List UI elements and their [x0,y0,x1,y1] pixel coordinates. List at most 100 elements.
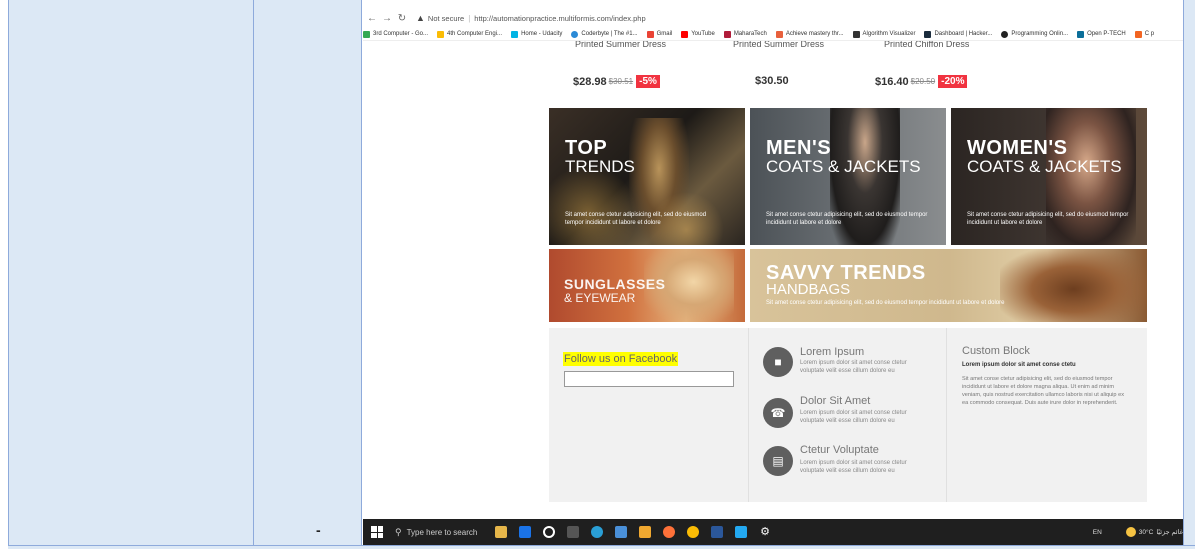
vscode-icon[interactable] [735,526,747,538]
feature-title: Lorem Ipsum [800,346,865,358]
banner-title: MEN'S [766,137,832,159]
banner-sunglasses[interactable]: SUNGLASSES & EYEWEAR [549,249,745,322]
bookmark-item[interactable]: MaharaTech [723,30,767,38]
hackerrank-icon [924,30,932,38]
product-price-group: $30.50 [755,75,789,87]
weather-icon [1125,527,1136,537]
product-price: $16.40 [875,75,909,88]
file-explorer-icon[interactable] [639,526,651,538]
banner-text: Sit amet conse ctetur adipisicing elit, … [766,300,1005,306]
divider [946,328,947,502]
ptech-icon [1077,30,1085,38]
discount-badge: -5% [636,75,660,88]
bookmark-item[interactable]: 3rd Computer - Go... [363,30,428,38]
word-icon[interactable] [711,526,723,538]
address-bar: ← → ↻ ▲ Not secure | http://automationpr… [363,8,1183,28]
task-view-icon[interactable] [567,526,579,538]
udacity-icon [511,30,519,38]
banner-subtitle: TRENDS [565,157,635,176]
product-price-group: $28.98 $30.51 -5% [573,75,660,88]
chrome-icon[interactable] [687,526,699,538]
facebook-box[interactable] [564,371,734,387]
coderbyte-icon [571,30,579,38]
banner-text: Sit amet conse ctetur adipisicing elit, … [967,212,1129,226]
url-text[interactable]: http://automationpractice.multiformis.co… [474,14,645,23]
forward-icon[interactable]: → [381,13,393,24]
custom-block-text: Sit amet conse ctetur adipisicing elit, … [962,376,1124,406]
banner-subtitle: & EYEWEAR [564,291,636,305]
weather-temp[interactable]: 30°C [1139,529,1154,536]
table-cell-right [1183,0,1195,549]
banner-title: SAVVY TRENDS [766,262,926,284]
app-icon[interactable] [519,526,531,538]
banner-title: TOP [565,137,608,159]
table-border-bottom [8,545,1195,549]
system-tray: EN 30°C غائم جزئيًا [1093,519,1183,545]
banner-womens-coats[interactable]: WOMEN'S COATS & JACKETS Sit amet conse c… [951,108,1147,245]
banner-mens-coats[interactable]: MEN'S COATS & JACKETS Sit amet conse cte… [750,108,946,245]
bookmark-item[interactable]: Dashboard | Hacker... [924,30,992,38]
product-name[interactable]: Printed Summer Dress [733,41,824,49]
feature-text: Lorem ipsum dolor sit amet conse ctetur … [800,460,907,474]
feature-title: Dolor Sit Amet [800,395,871,407]
bookmark-item[interactable]: C p [1134,30,1154,38]
banner-top-trends[interactable]: TOP TRENDS Sit amet conse ctetur adipisi… [549,108,745,245]
drive-icon [363,30,370,38]
taskbar-search[interactable]: ⚲ Type here to search [395,527,489,538]
banner-savvy-trends[interactable]: SAVVY TRENDS HANDBAGS Sit amet conse cte… [750,249,1147,322]
bookmarks-bar: 3rd Computer - Go... 4th Computer Engi..… [363,28,1183,41]
bookmark-item[interactable]: Achieve mastery thr... [775,30,844,38]
settings-icon[interactable]: ⚙ [759,526,771,538]
divider [748,328,749,502]
product-price: $28.98 [573,75,607,88]
old-price: $30.51 [608,77,634,86]
bookmark-item[interactable]: YouTube [681,30,715,38]
web-page: Printed Summer Dress Printed Summer Dres… [363,41,1183,519]
bookmark-item[interactable]: Coderbyte | The #1... [571,30,638,38]
product-name[interactable]: Printed Summer Dress [575,41,666,49]
language-indicator[interactable]: EN [1093,529,1102,536]
url-box[interactable]: ▲ Not secure | http://automationpractice… [416,10,646,26]
browser-screenshot: ← → ↻ ▲ Not secure | http://automationpr… [363,8,1183,545]
firefox-icon[interactable] [663,526,675,538]
gmail-icon [646,30,654,38]
banner-text: Sit amet conse ctetur adipisicing elit, … [766,212,928,226]
bookmark-item[interactable]: Algorithm Visualizer [852,30,915,38]
weather-text: غائم جزئيًا [1156,529,1183,536]
bookmark-icon [1134,30,1142,38]
warning-icon: ▲ [416,13,425,23]
bookmark-item[interactable]: 4th Computer Engi... [437,30,502,38]
search-placeholder: Type here to search [406,527,478,537]
bookmark-item[interactable]: Programming Onlin... [1001,30,1068,38]
url-separator: | [468,13,471,23]
banner-subtitle: HANDBAGS [766,281,851,298]
banner-subtitle: COATS & JACKETS [967,157,1122,176]
feature-text: Lorem ipsum dolor sit amet conse ctetur … [800,410,907,424]
edge-icon[interactable] [591,526,603,538]
search-icon: ⚲ [395,526,402,537]
banner-subtitle: COATS & JACKETS [766,157,921,176]
bookmark-item[interactable]: Gmail [646,30,672,38]
youtube-icon [681,30,689,38]
facebook-title[interactable]: Follow us on Facebook [563,352,679,366]
bookmark-item[interactable]: Home - Udacity [511,30,562,38]
table-cell-2 [254,0,362,549]
cortana-icon[interactable] [543,526,555,538]
widget-icon[interactable] [495,526,507,538]
programming-icon [1001,30,1009,38]
document-page: - ← → ↻ ▲ Not secure | http://automation… [0,0,1195,549]
back-icon[interactable]: ← [366,13,378,24]
bookmark-item[interactable]: Open P-TECH [1077,30,1126,38]
mail-icon[interactable] [615,526,627,538]
card-icon: ▤ [763,446,793,476]
old-price: $20.50 [910,77,936,86]
windows-taskbar: ⚲ Type here to search ⚙ EN 30°C غائم جزئ… [363,519,1183,545]
start-button[interactable] [371,526,383,538]
banner-image [1000,249,1147,322]
table-cell-1 [8,0,254,549]
reload-icon[interactable]: ↻ [396,13,408,24]
feature-title: Ctetur Voluptate [800,444,879,456]
discount-badge: -20% [938,75,968,88]
product-name[interactable]: Printed Chiffon Dress [884,41,969,49]
dash-text: - [316,522,321,538]
